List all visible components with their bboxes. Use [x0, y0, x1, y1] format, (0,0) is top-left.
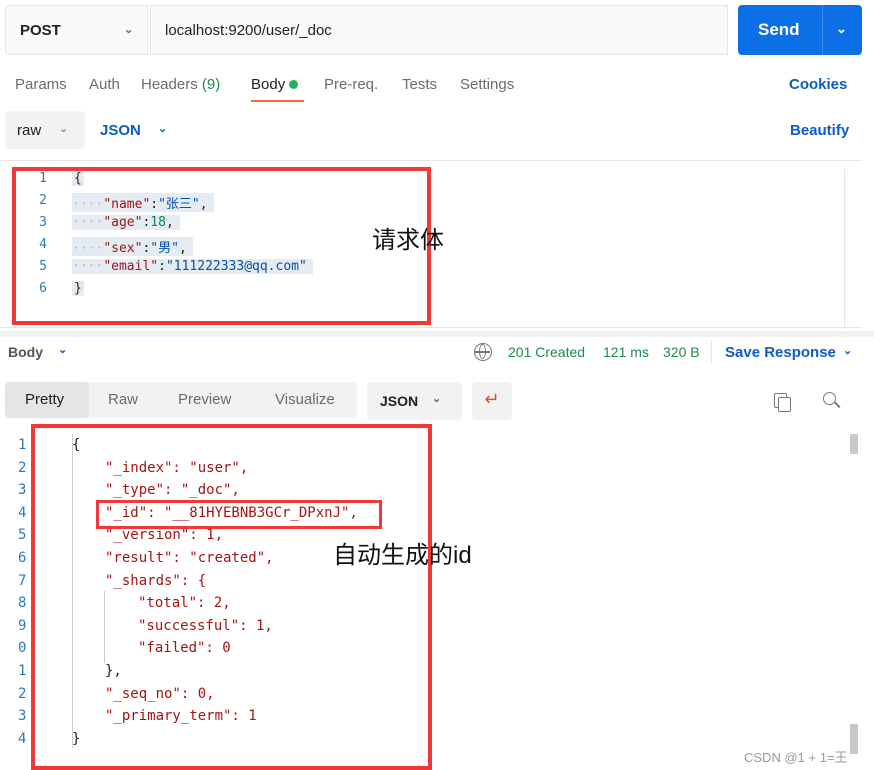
tab-pre-request[interactable]: Pre-req. — [324, 76, 378, 93]
editor-scrollbar[interactable] — [844, 169, 862, 329]
tab-label: Headers — [141, 76, 198, 93]
save-label: Save Response — [725, 344, 836, 361]
annotation-id-box — [96, 500, 382, 529]
chevron-down-icon: ⌄ — [158, 123, 168, 135]
wrap-lines-icon[interactable]: ↵ — [472, 382, 512, 420]
annotation-request-body-label: 请求体 — [372, 227, 444, 254]
view-tab-preview[interactable]: Preview — [178, 391, 231, 408]
tab-tests[interactable]: Tests — [402, 76, 437, 93]
copy-icon[interactable] — [774, 393, 791, 412]
view-tab-visualize[interactable]: Visualize — [275, 391, 335, 408]
chevron-down-icon: ⌄ — [124, 24, 134, 36]
chevron-down-icon: ⌄ — [58, 344, 68, 356]
watermark: CSDN @1 + 1=王 — [744, 750, 848, 765]
response-time[interactable]: 121 ms — [603, 344, 649, 360]
search-icon[interactable] — [823, 392, 841, 408]
tab-auth[interactable]: Auth — [89, 76, 120, 93]
headers-count: (9) — [201, 76, 221, 93]
body-active-dot-icon — [289, 80, 299, 89]
beautify-link[interactable]: Beautify — [790, 122, 849, 139]
tab-label: Body — [251, 76, 286, 93]
send-label: Send — [758, 20, 800, 39]
chevron-down-icon: ⌄ — [843, 345, 853, 357]
response-body-select[interactable]: Body ⌄ — [8, 344, 67, 360]
section-label: Body — [8, 344, 43, 360]
scrollbar-thumb[interactable] — [850, 434, 858, 454]
tab-body[interactable]: Body — [251, 76, 299, 93]
body-mode-select[interactable]: raw ⌄ — [5, 111, 85, 149]
mode-label: raw — [17, 122, 42, 139]
tab-headers[interactable]: Headers (9) — [141, 76, 220, 93]
cookies-link[interactable]: Cookies — [789, 76, 847, 93]
status-code[interactable]: 201 Created — [508, 344, 585, 360]
tab-params[interactable]: Params — [15, 76, 67, 93]
active-tab-underline — [251, 100, 304, 102]
save-response-button[interactable]: Save Response ⌄ — [725, 344, 852, 361]
scrollbar-thumb[interactable] — [850, 724, 858, 754]
view-tab-pretty[interactable]: Pretty — [5, 382, 89, 418]
response-size[interactable]: 320 B — [663, 344, 700, 360]
annotation-response-box — [31, 424, 432, 770]
annotation-request-body-box — [12, 167, 431, 325]
url-input[interactable]: localhost:9200/user/_doc — [150, 5, 728, 55]
globe-icon[interactable] — [474, 343, 492, 361]
pane-divider[interactable] — [0, 331, 874, 337]
method-select[interactable]: POST ⌄ — [5, 5, 148, 55]
send-options-chevron-icon[interactable]: ⌄ — [836, 21, 847, 37]
language-label: JSON — [100, 122, 141, 139]
response-format-select[interactable]: JSON ⌄ — [367, 382, 462, 420]
chevron-down-icon: ⌄ — [59, 123, 69, 135]
view-tab-raw[interactable]: Raw — [108, 391, 138, 408]
format-label: JSON — [380, 393, 419, 409]
language-select[interactable]: JSON ⌄ — [100, 122, 167, 139]
send-button[interactable]: Send ⌄ — [738, 5, 862, 55]
chevron-down-icon: ⌄ — [432, 393, 442, 405]
tab-settings[interactable]: Settings — [460, 76, 514, 93]
annotation-id-label: 自动生成的id — [333, 542, 472, 569]
divider — [711, 340, 712, 364]
response-view-tabs: Pretty Raw Preview Visualize — [5, 382, 357, 418]
method-label: POST — [20, 22, 61, 39]
